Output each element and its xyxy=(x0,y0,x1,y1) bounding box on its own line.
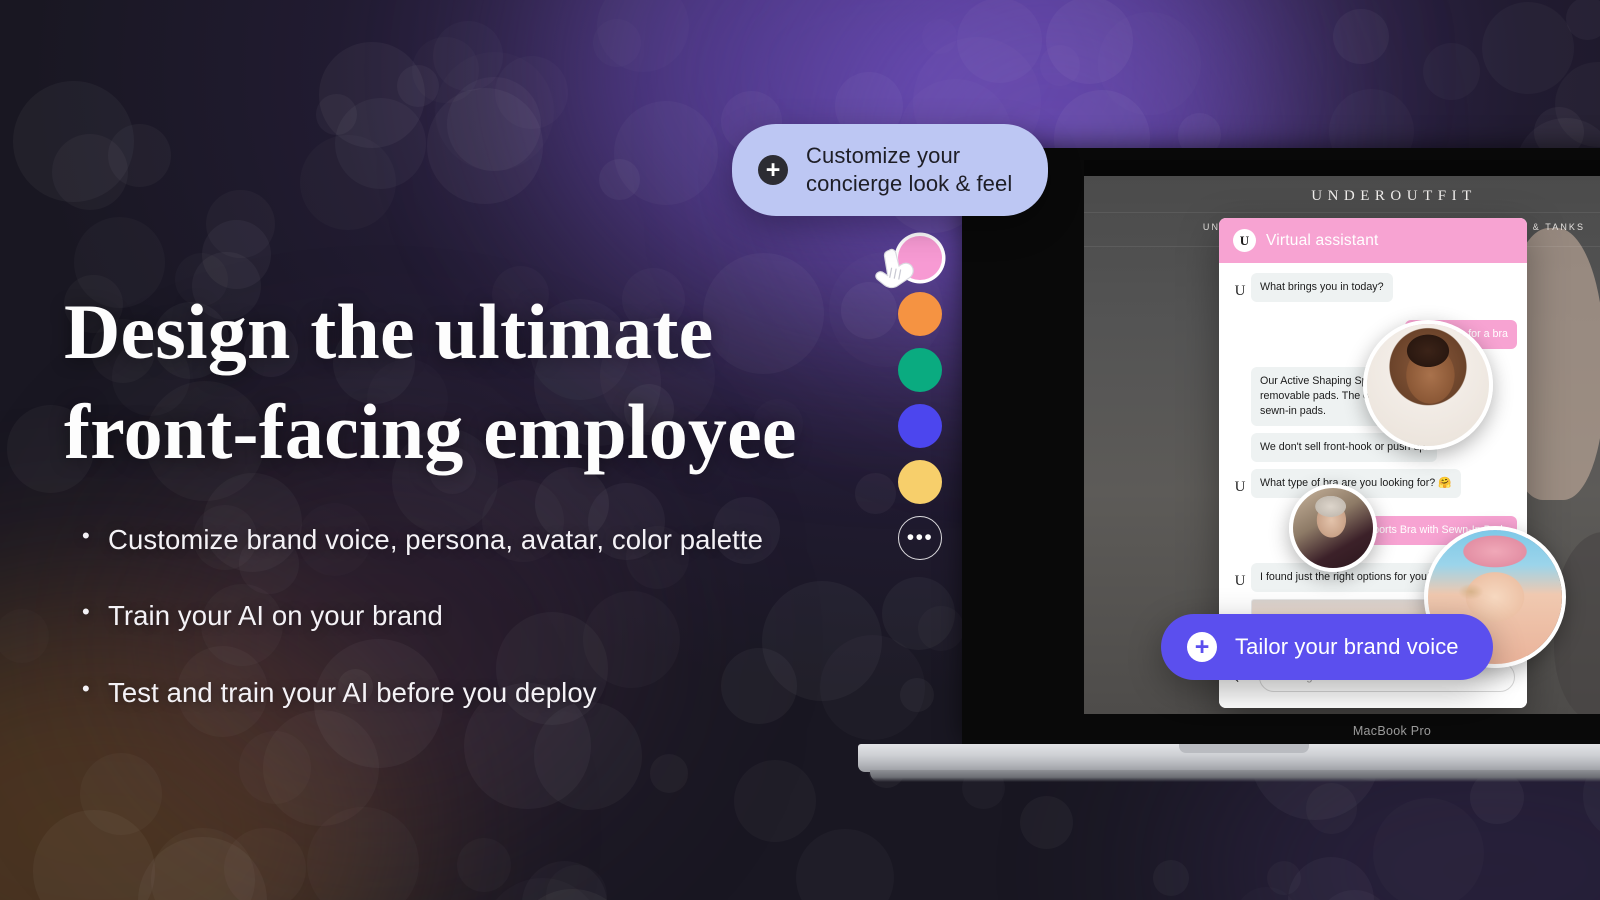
customize-concierge-badge[interactable]: + Customize your concierge look & feel xyxy=(732,124,1048,217)
badge-label-line-1: Customize your xyxy=(806,143,961,168)
chat-message-row: U What brings you in today? xyxy=(1229,273,1517,302)
list-item: • Test and train your AI before you depl… xyxy=(82,671,842,714)
laptop-base xyxy=(858,744,1600,772)
more-colors-button[interactable]: ••• xyxy=(898,516,942,560)
bullet-marker-icon: • xyxy=(82,522,90,548)
assistant-avatar-small: U xyxy=(1234,282,1246,299)
page-title: Design the ultimate front-facing employe… xyxy=(64,282,884,482)
tailor-brand-voice-badge[interactable]: + Tailor your brand voice xyxy=(1161,614,1493,680)
bullet-marker-icon: • xyxy=(82,675,90,701)
plus-icon: + xyxy=(1187,632,1217,662)
chat-bubble-bot: What brings you in today? xyxy=(1251,273,1393,302)
list-item: • Train your AI on your brand xyxy=(82,594,842,637)
website-brand-logo: UNDEROUTFIT xyxy=(1311,188,1477,204)
avatar xyxy=(1363,320,1493,450)
badge-label-line-2: concierge look & feel xyxy=(806,171,1013,197)
badge-label: Customize your concierge look & feel xyxy=(806,142,1012,198)
color-swatch-blue-violet[interactable] xyxy=(898,404,942,448)
divider xyxy=(1084,212,1600,213)
assistant-avatar-small: U xyxy=(1234,478,1246,495)
bullet-text: Customize brand voice, persona, avatar, … xyxy=(108,524,763,555)
bullet-text: Test and train your AI before you deploy xyxy=(108,676,597,708)
headline-line-2: front-facing employee xyxy=(64,387,797,475)
bullet-text: Train your AI on your brand xyxy=(108,600,443,632)
color-swatch-orange[interactable] xyxy=(898,292,942,336)
list-item: • Customize brand voice, persona, avatar… xyxy=(82,518,842,561)
headline-line-1: Design the ultimate xyxy=(64,288,714,375)
avatar xyxy=(1289,484,1377,572)
chat-header: U Virtual assistant xyxy=(1219,218,1527,263)
feature-bullet-list: • Customize brand voice, persona, avatar… xyxy=(82,518,842,747)
chat-message-row: U What type of bra are you looking for? … xyxy=(1229,468,1517,498)
color-swatch-yellow[interactable] xyxy=(898,460,942,504)
plus-icon: + xyxy=(758,155,788,186)
chat-title: Virtual assistant xyxy=(1266,231,1379,249)
macbook-mockup: UNDEROUTFIT UNDERWEAR ACTIVEWEAR CAMIS &… xyxy=(858,148,1600,788)
website-topbar xyxy=(1084,160,1600,176)
assistant-avatar: U xyxy=(1233,229,1256,252)
hero-banner: Design the ultimate front-facing employe… xyxy=(0,0,1600,900)
badge-label: Tailor your brand voice xyxy=(1235,633,1459,659)
laptop-base-shadow xyxy=(870,770,1600,782)
device-label: MacBook Pro xyxy=(1352,724,1432,738)
bullet-marker-icon: • xyxy=(82,599,90,625)
assistant-avatar-small: U xyxy=(1234,572,1246,589)
color-swatch-teal[interactable] xyxy=(898,348,942,392)
